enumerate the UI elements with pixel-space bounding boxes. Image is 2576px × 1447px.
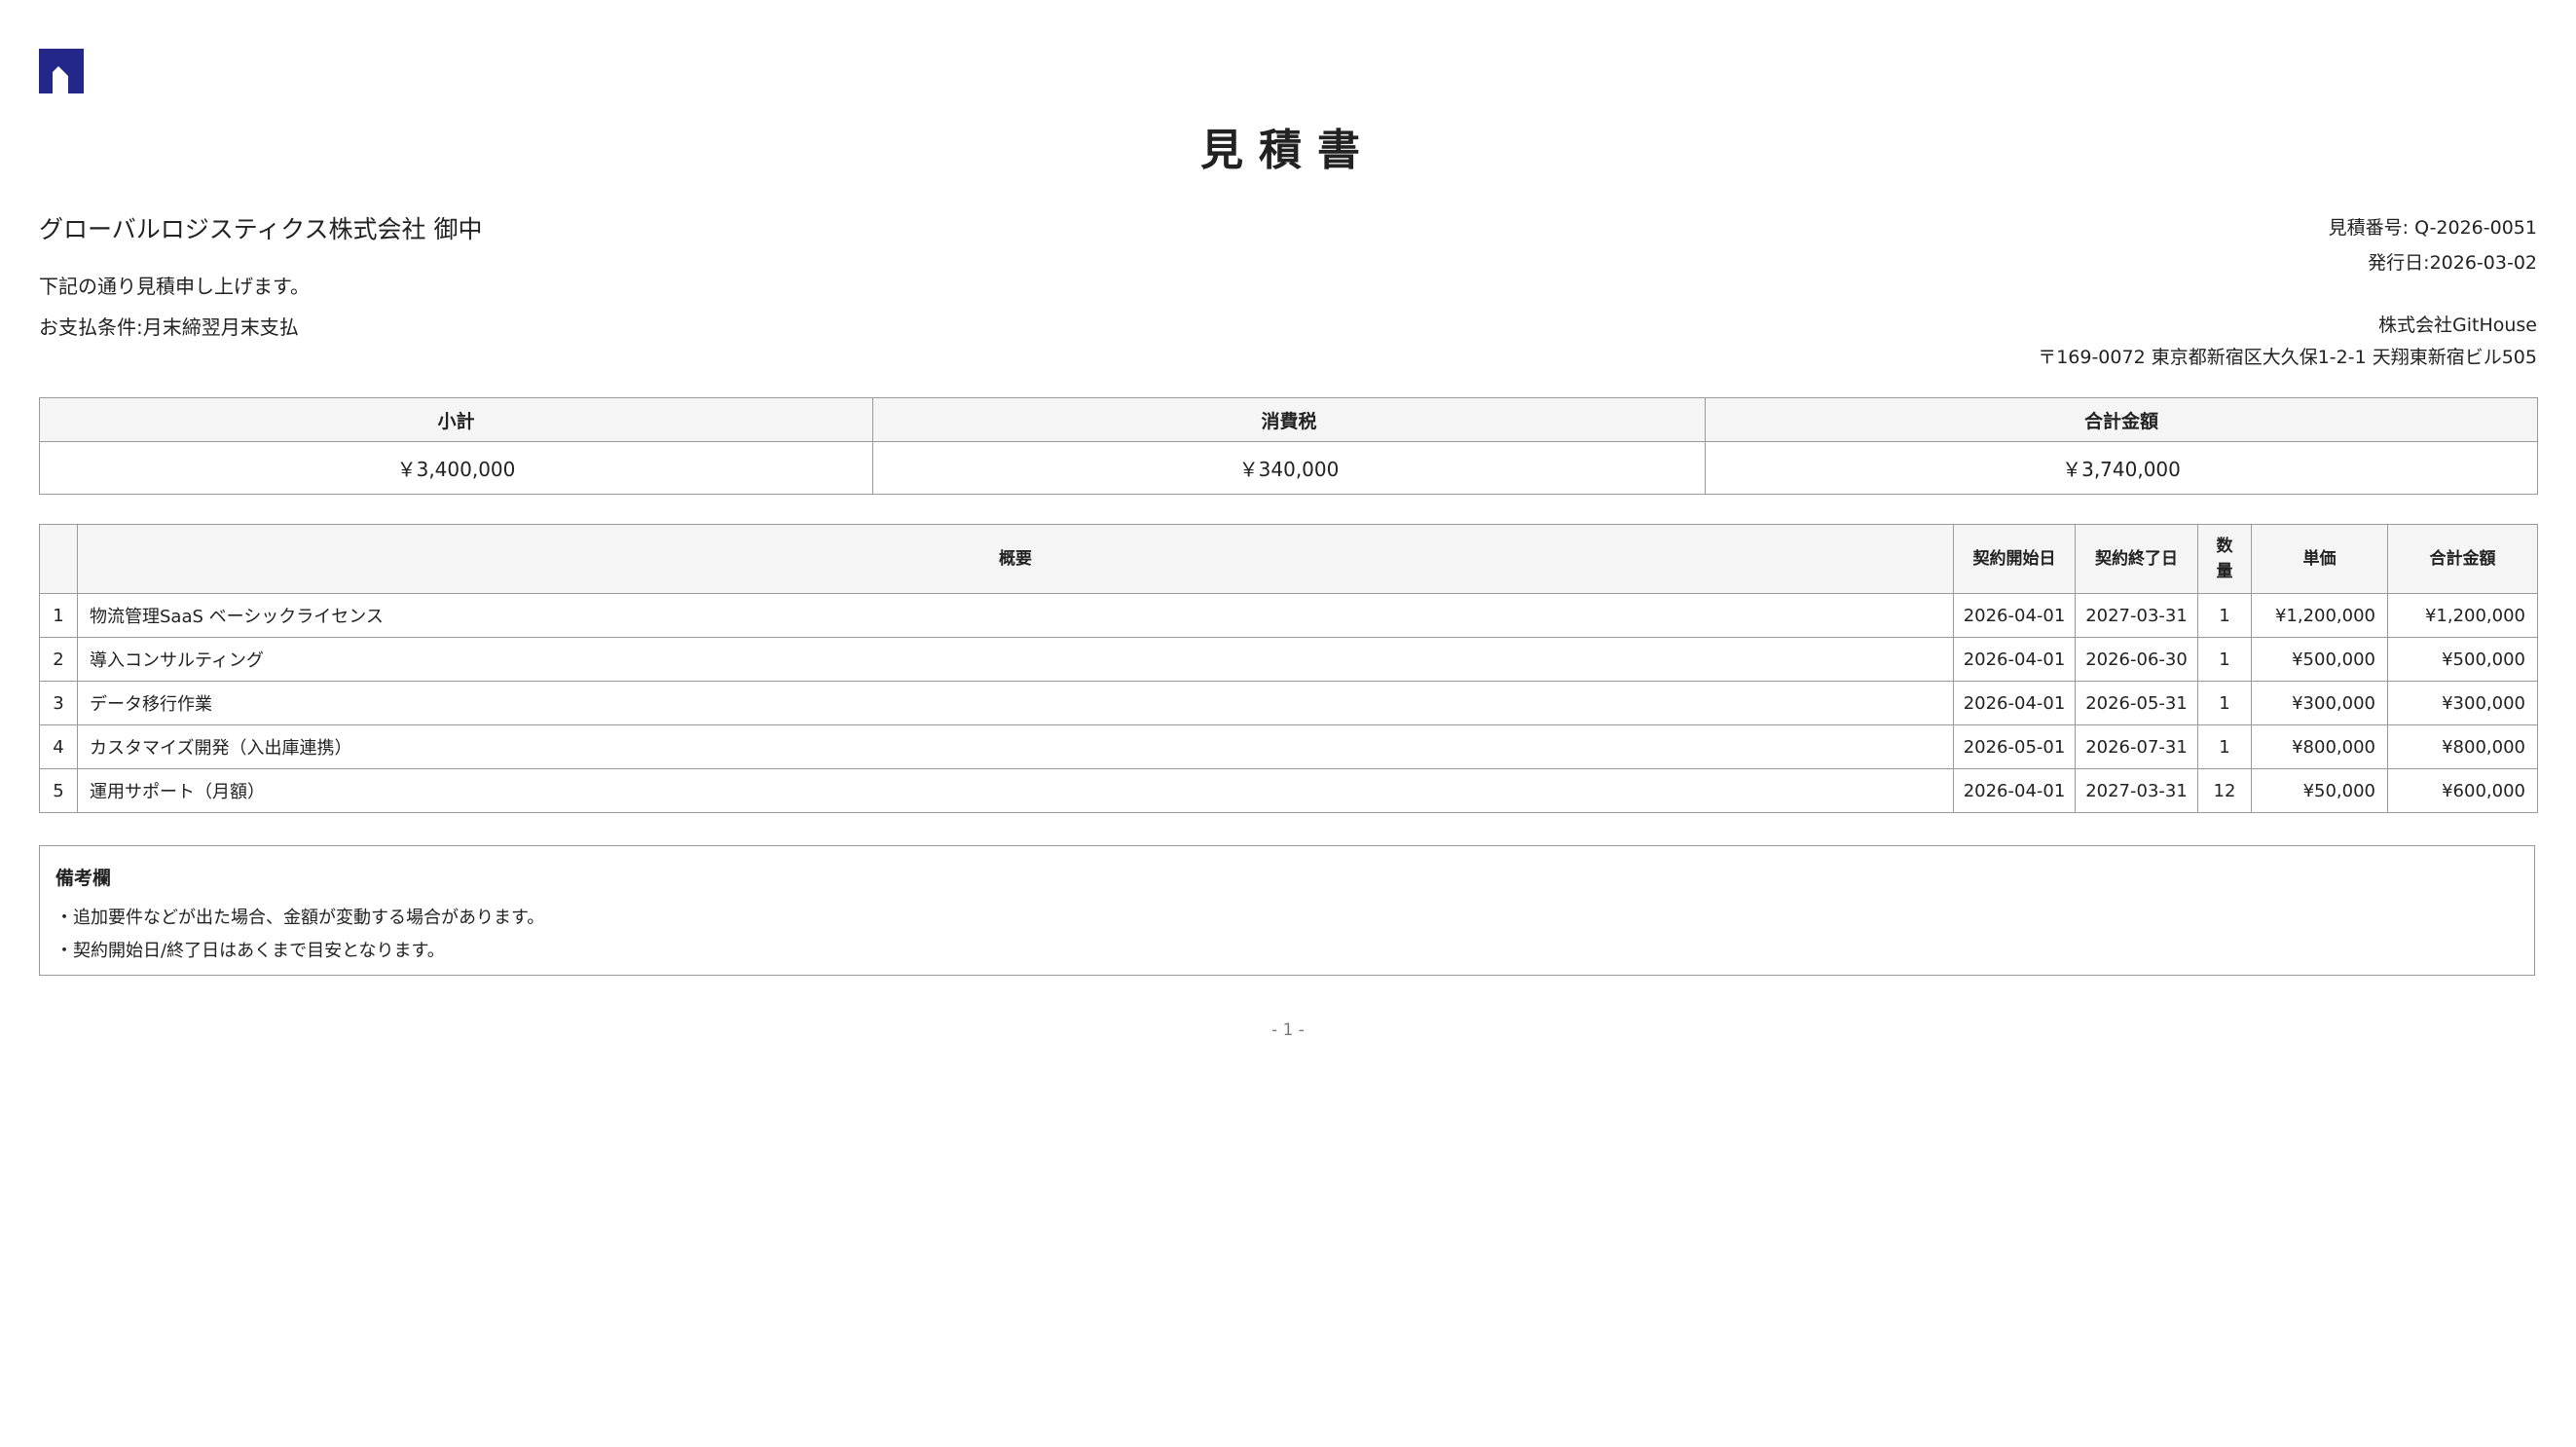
summary-header-row: 小計 消費税 合計金額 [39, 397, 2538, 442]
row-end-date: 2026-05-31 [2075, 681, 2198, 725]
quote-page: 見積書 グローバルロジスティクス株式会社 御中 下記の通り見積申し上げます。 お… [39, 0, 2538, 1447]
summary-value-row: ￥3,400,000 ￥340,000 ￥3,740,000 [39, 441, 2538, 495]
issuer-company: 株式会社GitHouse [2378, 315, 2537, 336]
row-end-date: 2026-07-31 [2075, 724, 2198, 769]
summary-subtotal-value: ￥3,400,000 [39, 441, 873, 495]
items-header-row: 概要 契約開始日 契約終了日 数量 単価 合計金額 [39, 524, 2538, 594]
table-row: 5 運用サポート（月額） 2026-04-01 2027-03-31 12 ¥5… [39, 768, 2538, 813]
row-quantity: 12 [2197, 768, 2252, 813]
remarks-box: 備考欄 ・追加要件などが出た場合、金額が変動する場合があります。 ・契約開始日/… [39, 845, 2535, 976]
row-total: ¥600,000 [2387, 768, 2538, 813]
table-row: 4 カスタマイズ開発（入出庫連携） 2026-05-01 2026-07-31 … [39, 724, 2538, 769]
client-name: グローバルロジスティクス株式会社 御中 [39, 215, 483, 243]
remarks-line: ・契約開始日/終了日はあくまで目安となります。 [55, 941, 445, 961]
payment-terms: お支払条件:月末締翌月末支払 [39, 315, 299, 339]
table-row: 2 導入コンサルティング 2026-04-01 2026-06-30 1 ¥50… [39, 637, 2538, 682]
table-row: 1 物流管理SaaS ベーシックライセンス 2026-04-01 2027-03… [39, 593, 2538, 638]
row-quantity: 1 [2197, 593, 2252, 638]
summary-header-subtotal: 小計 [39, 397, 873, 442]
issuer-address: 〒169-0072 東京都新宿区大久保1-2-1 天翔東新宿ビル505 [2038, 347, 2537, 368]
remarks-title: 備考欄 [55, 868, 112, 889]
row-quantity: 1 [2197, 724, 2252, 769]
row-start-date: 2026-04-01 [1953, 593, 2076, 638]
row-total: ¥500,000 [2387, 637, 2538, 682]
row-total: ¥300,000 [2387, 681, 2538, 725]
header-end-date: 契約終了日 [2075, 524, 2198, 594]
row-start-date: 2026-04-01 [1953, 637, 2076, 682]
row-description: データ移行作業 [77, 681, 1954, 725]
row-unit-price: ¥300,000 [2251, 681, 2388, 725]
summary-table: 小計 消費税 合計金額 ￥3,400,000 ￥340,000 ￥3,740,0… [39, 397, 2538, 495]
row-description: 運用サポート（月額） [77, 768, 1954, 813]
row-end-date: 2027-03-31 [2075, 593, 2198, 638]
header-description: 概要 [77, 524, 1954, 594]
row-number: 4 [39, 724, 78, 769]
summary-header-total: 合計金額 [1705, 397, 2538, 442]
table-row: 3 データ移行作業 2026-04-01 2026-05-31 1 ¥300,0… [39, 681, 2538, 725]
intro-text: 下記の通り見積申し上げます。 [39, 275, 310, 298]
summary-header-tax: 消費税 [872, 397, 1706, 442]
row-unit-price: ¥500,000 [2251, 637, 2388, 682]
row-unit-price: ¥50,000 [2251, 768, 2388, 813]
header-unit-price: 単価 [2251, 524, 2388, 594]
header-quantity: 数量 [2197, 524, 2252, 594]
row-start-date: 2026-04-01 [1953, 681, 2076, 725]
header-total: 合計金額 [2387, 524, 2538, 594]
issue-date: 発行日:2026-03-02 [2368, 252, 2537, 274]
row-unit-price: ¥800,000 [2251, 724, 2388, 769]
row-total: ¥1,200,000 [2387, 593, 2538, 638]
house-logo-icon [39, 49, 84, 93]
row-end-date: 2026-06-30 [2075, 637, 2198, 682]
row-number: 5 [39, 768, 78, 813]
header-start-date: 契約開始日 [1953, 524, 2076, 594]
quote-number: 見積番号: Q-2026-0051 [2328, 217, 2537, 239]
summary-total-value: ￥3,740,000 [1705, 441, 2538, 495]
row-number: 3 [39, 681, 78, 725]
row-unit-price: ¥1,200,000 [2251, 593, 2388, 638]
line-items-table: 概要 契約開始日 契約終了日 数量 単価 合計金額 1 物流管理SaaS ベーシ… [39, 524, 2538, 813]
header-no [39, 524, 78, 594]
document-title: 見積書 [1200, 126, 1376, 175]
row-total: ¥800,000 [2387, 724, 2538, 769]
summary-tax-value: ￥340,000 [872, 441, 1706, 495]
row-description: 導入コンサルティング [77, 637, 1954, 682]
row-quantity: 1 [2197, 681, 2252, 725]
row-start-date: 2026-04-01 [1953, 768, 2076, 813]
row-start-date: 2026-05-01 [1953, 724, 2076, 769]
row-description: 物流管理SaaS ベーシックライセンス [77, 593, 1954, 638]
page-number: - 1 - [1271, 1020, 1305, 1040]
row-number: 2 [39, 637, 78, 682]
row-end-date: 2027-03-31 [2075, 768, 2198, 813]
row-number: 1 [39, 593, 78, 638]
row-quantity: 1 [2197, 637, 2252, 682]
row-description: カスタマイズ開発（入出庫連携） [77, 724, 1954, 769]
remarks-line: ・追加要件などが出た場合、金額が変動する場合があります。 [55, 908, 545, 928]
